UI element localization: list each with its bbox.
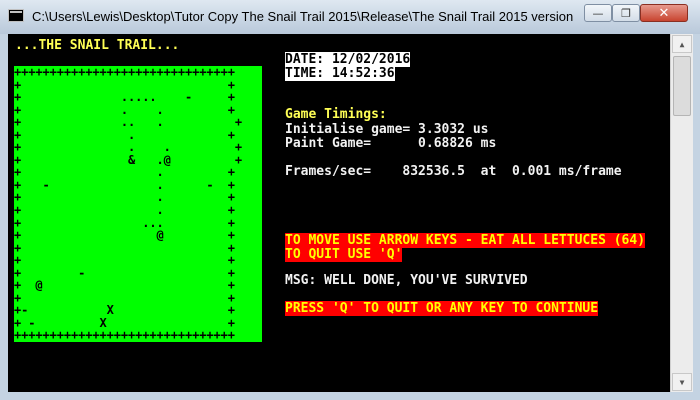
game-title: ...THE SNAIL TRAIL... [15,38,180,53]
window-frame-right [692,34,700,400]
vertical-scrollbar[interactable]: ▲ ▼ [670,34,693,392]
grid-row: + ..... - + [14,90,235,105]
window-frame-left [0,34,8,400]
frames-per-second: Frames/sec= 832536.5 at 0.001 ms/frame [285,164,622,179]
title-bar[interactable]: C:\Users\Lewis\Desktop\Tutor Copy The Sn… [0,0,700,35]
grid-row: + . . + [14,140,242,155]
console-window: C:\Users\Lewis\Desktop\Tutor Copy The Sn… [0,0,700,400]
scroll-up-arrow-icon[interactable]: ▲ [672,35,692,53]
window-title: C:\Users\Lewis\Desktop\Tutor Copy The Sn… [32,9,577,24]
paint-timing: Paint Game= 0.68826 ms [285,136,497,151]
grid-row: + . + [14,203,235,218]
minimize-button[interactable]: — [584,4,612,22]
time-display: TIME: 14:52:36 [285,66,395,81]
move-instructions: TO MOVE USE ARROW KEYS - EAT ALL LETTUCE… [285,233,646,248]
console-area[interactable]: ...THE SNAIL TRAIL... ++++++++++++++++++… [8,34,670,392]
maximize-button[interactable]: ❐ [612,4,640,22]
initialise-timing: Initialise game= 3.3032 us [285,122,489,137]
scroll-down-arrow-icon[interactable]: ▼ [672,373,692,391]
game-grid: +++++++++++++++++++++++++++++++ + + + ....… [14,66,262,342]
grid-row: + @ + [14,228,235,243]
date-display: DATE: 12/02/2016 [285,52,411,67]
timings-heading: Game Timings: [285,107,387,122]
grid-row: + + [14,253,235,268]
grid-row: + .. . + [14,115,242,130]
console-app-icon [8,9,24,22]
quit-instructions: TO QUIT USE 'Q' [285,247,403,262]
grid-row: + @ + [14,278,235,293]
continue-prompt: PRESS 'Q' TO QUIT OR ANY KEY TO CONTINUE [285,301,599,316]
window-frame-bottom [0,392,700,400]
grid-rows: +++++++++++++++++++++++++++++++ + + + ....… [14,66,242,342]
close-button[interactable]: ✕ [640,4,688,22]
status-message: MSG: WELL DONE, YOU'VE SURVIVED [285,273,528,288]
grid-row: +++++++++++++++++++++++++++++++ [14,65,235,79]
scroll-thumb[interactable] [673,56,691,116]
grid-row: +++++++++++++++++++++++++++++++ [14,328,235,343]
